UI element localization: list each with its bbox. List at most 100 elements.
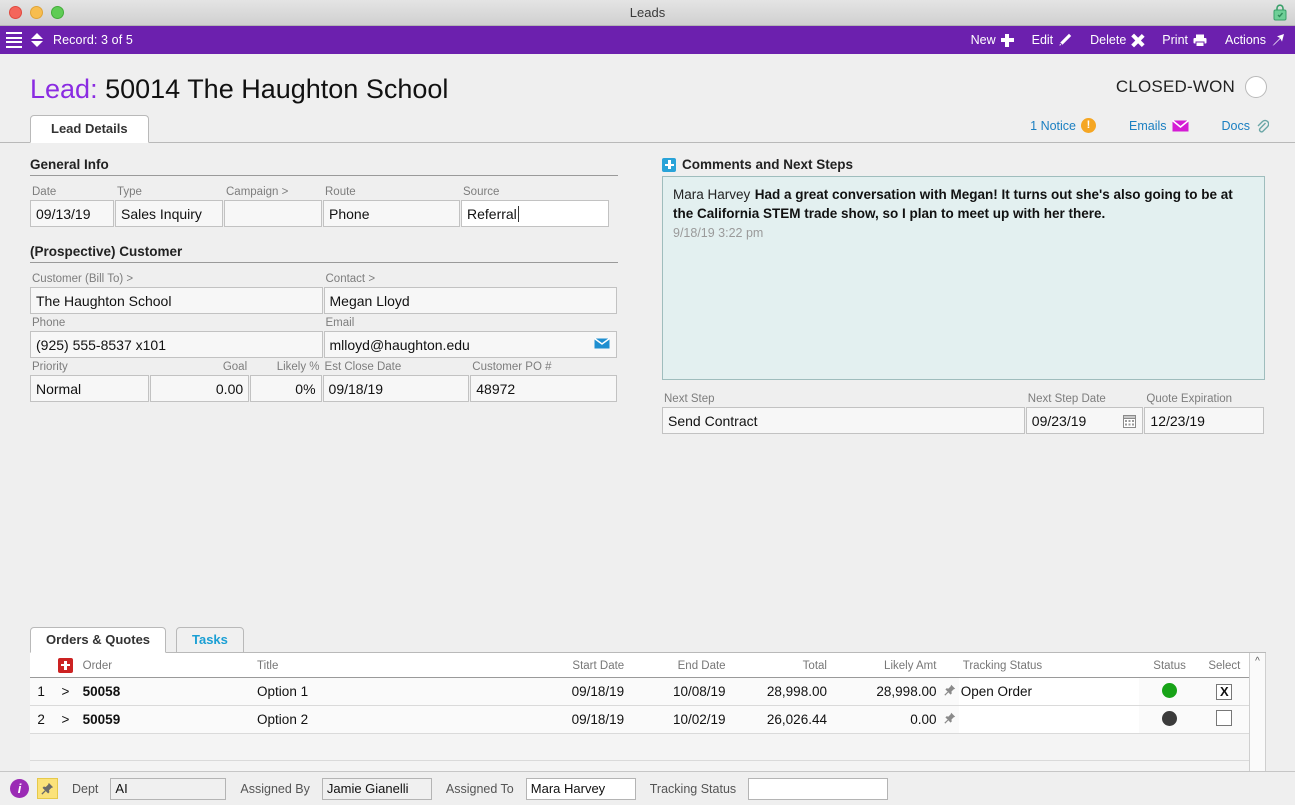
paperclip-icon (1257, 119, 1269, 132)
contact-input[interactable]: Megan Lloyd (323, 287, 617, 314)
type-field: Type Sales Inquiry (115, 183, 223, 227)
th-likely-amt[interactable]: Likely Amt (830, 653, 941, 678)
assigned-by-input[interactable]: Jamie Gianelli (321, 777, 432, 800)
date-field: Date 09/13/19 (30, 183, 114, 227)
email-input[interactable]: mlloyd@haughton.edu (323, 331, 617, 358)
add-comment-icon[interactable] (662, 157, 676, 172)
th-tracking-status[interactable]: Tracking Status (958, 653, 1140, 678)
row-order-number[interactable]: 50058 (78, 677, 254, 706)
est-close-date-label: Est Close Date (324, 361, 402, 373)
row-pin-cell[interactable] (940, 677, 959, 706)
window-controls[interactable] (0, 6, 64, 19)
email-value: mlloyd@haughton.edu (329, 336, 470, 353)
row-select-cell[interactable]: X (1200, 677, 1249, 706)
tracking-status-input[interactable] (748, 777, 889, 800)
edit-button[interactable]: Edit (1032, 33, 1073, 47)
emails-link[interactable]: Emails (1129, 119, 1189, 133)
th-end-date[interactable]: End Date (628, 653, 730, 678)
tab-orders-quotes[interactable]: Orders & Quotes (30, 627, 167, 653)
tab-lead-details[interactable]: Lead Details (30, 115, 149, 143)
print-label: Print (1162, 33, 1188, 47)
lock-icon (1273, 4, 1287, 21)
row-tracking-status-cell[interactable]: Open Order (958, 677, 1140, 706)
send-email-icon[interactable] (594, 338, 610, 349)
hamburger-icon[interactable] (6, 30, 22, 51)
assigned-by-label: Assigned By (240, 781, 310, 796)
chevron-up-icon[interactable]: ^ (1250, 654, 1265, 669)
general-info-rule (30, 175, 618, 176)
red-plus-icon[interactable] (57, 657, 73, 673)
new-button[interactable]: New (971, 33, 1014, 47)
docs-label: Docs (1221, 118, 1250, 133)
status-light[interactable] (1245, 76, 1267, 98)
row-select-cell[interactable] (1200, 705, 1249, 734)
phone-label: Phone (32, 317, 66, 329)
actions-button[interactable]: Actions (1225, 33, 1285, 47)
delete-button[interactable]: Delete (1090, 33, 1144, 47)
priority-input[interactable]: Normal (30, 375, 149, 402)
docs-link[interactable]: Docs (1222, 119, 1269, 133)
quote-expiration-input[interactable]: 12/23/19 (1144, 407, 1264, 434)
th-title[interactable]: Title (253, 653, 527, 678)
info-icon[interactable]: i (10, 779, 29, 798)
empty-cell (30, 733, 1266, 761)
date-input[interactable]: 09/13/19 (30, 200, 114, 227)
next-step-date-input[interactable]: 09/23/19 (1025, 407, 1144, 434)
row-order-number[interactable]: 50059 (78, 705, 254, 734)
row-expand-chevron[interactable]: > (52, 677, 79, 706)
th-pin (940, 653, 959, 678)
up-down-arrows-icon[interactable] (31, 33, 44, 47)
customer-billto-input[interactable]: The Haughton School (30, 287, 323, 314)
row-tracking-status-cell[interactable] (958, 705, 1140, 734)
close-window-button[interactable] (9, 6, 22, 19)
date-label: Date (32, 186, 57, 198)
row-tracking-status[interactable]: Open Order (958, 678, 1140, 705)
warning-icon: ! (1081, 118, 1096, 133)
type-input[interactable]: Sales Inquiry (115, 200, 223, 227)
notices-label: 1 Notice (1030, 118, 1076, 133)
orders-tab-strip: Orders & Quotes Tasks (30, 627, 1266, 653)
minimize-window-button[interactable] (30, 6, 43, 19)
select-checkbox[interactable]: X (1216, 683, 1233, 700)
comment-entry: Mara Harvey Had a great conversation wit… (673, 185, 1254, 240)
right-column: Comments and Next Steps Mara Harvey Had … (662, 157, 1265, 434)
route-input[interactable]: Phone (323, 200, 460, 227)
th-order[interactable]: Order (78, 653, 254, 678)
calendar-icon[interactable] (1123, 415, 1137, 428)
next-step-input[interactable]: Send Contract (662, 407, 1025, 434)
row-expand-chevron[interactable]: > (52, 705, 79, 734)
th-total[interactable]: Total (729, 653, 831, 678)
actions-label: Actions (1225, 33, 1266, 47)
customer-po-input[interactable]: 48972 (470, 375, 617, 402)
maximize-window-button[interactable] (51, 6, 64, 19)
row-end-date: 10/08/19 (628, 677, 730, 706)
est-close-date-input[interactable]: 09/18/19 (322, 375, 470, 402)
campaign-input[interactable] (224, 200, 322, 227)
table-row-empty[interactable] (30, 733, 1266, 761)
customer-billto-field: Customer (Bill To) > The Haughton School (30, 270, 323, 314)
likely-pct-input[interactable]: 0% (250, 375, 322, 402)
row-start-date: 09/18/19 (526, 677, 629, 706)
phone-input[interactable]: (925) 555-8537 x101 (30, 331, 323, 358)
pin-icon[interactable] (37, 778, 58, 799)
pin-icon[interactable] (944, 684, 956, 696)
tab-tasks[interactable]: Tasks (176, 627, 244, 653)
row-tracking-status[interactable] (958, 706, 1140, 733)
dept-input[interactable]: AI (110, 777, 227, 800)
th-status[interactable]: Status (1139, 653, 1201, 678)
pin-icon[interactable] (944, 712, 956, 724)
notices-link[interactable]: 1 Notice ! (1030, 118, 1096, 133)
source-input[interactable]: Referral (461, 200, 609, 227)
envelope-icon (1171, 119, 1189, 131)
table-row[interactable]: 1 > 50058 Option 1 09/18/19 10/08/19 28,… (30, 677, 1266, 706)
th-select[interactable]: Select (1200, 653, 1249, 678)
select-checkbox[interactable] (1216, 710, 1233, 726)
table-row[interactable]: 2 > 50059 Option 2 09/18/19 10/02/19 26,… (30, 705, 1266, 734)
comments-list[interactable]: Mara Harvey Had a great conversation wit… (662, 176, 1265, 380)
print-button[interactable]: Print (1162, 33, 1207, 47)
row-pin-cell[interactable] (940, 705, 959, 734)
assigned-to-input[interactable]: Mara Harvey (525, 777, 636, 800)
goal-input[interactable]: 0.00 (149, 375, 250, 402)
priority-label: Priority (32, 361, 68, 373)
th-start-date[interactable]: Start Date (526, 653, 629, 678)
